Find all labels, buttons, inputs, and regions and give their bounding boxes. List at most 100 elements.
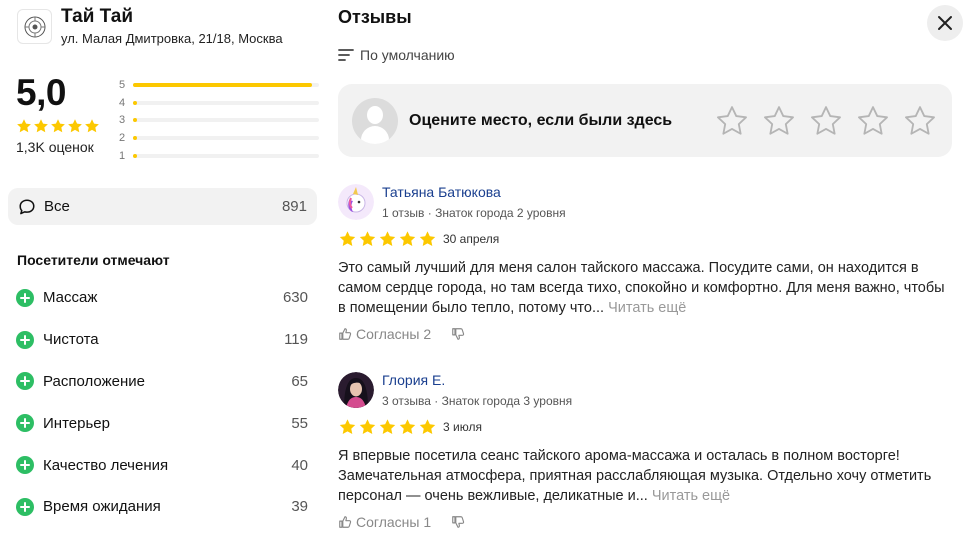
read-more-link[interactable]: Читать ещё [608,300,686,316]
distribution-fill [133,118,137,123]
aspect-name: Интерьер [43,414,110,432]
rate-place-box: Оцените место, если были здесь [338,84,952,157]
aspect-item[interactable]: Массаж 630 [16,277,308,319]
star-filled-icon [379,231,396,247]
star-filled-icon [339,231,356,247]
star-outline-icon[interactable] [902,104,938,138]
aspect-count: 119 [284,331,308,349]
review-actions: Согласны 1 [338,514,469,530]
star-filled-icon [68,119,82,133]
close-icon [938,16,952,30]
aspect-item[interactable]: Интерьер 55 [16,402,308,444]
aspect-item[interactable]: Время ожидания 39 [16,486,308,528]
overall-stars [16,118,100,134]
aspect-item[interactable]: Расположение 65 [16,361,308,403]
review-author-meta: 1 отзыв · Знаток города 2 уровня [382,206,566,220]
author-avatar[interactable] [338,372,374,408]
review-text: Я впервые посетила сеанс тайского арома-… [338,446,952,506]
filter-all-label: Все [44,198,70,215]
visitors-mention-title: Посетители отмечают [17,252,170,268]
star-outline-icon[interactable] [761,104,797,138]
plus-icon [16,414,34,433]
review-stars [338,418,437,436]
star-filled-icon [339,419,356,435]
thumbs-up-icon [339,328,352,340]
review-author[interactable]: Глория Е. [382,372,445,388]
aspect-count: 40 [291,456,308,474]
aspect-count: 55 [291,414,308,432]
reviews-title: Отзывы [338,7,412,27]
star-filled-icon [85,119,99,133]
plus-icon [16,372,34,391]
thumbs-down-icon [452,516,465,528]
star-outline-icon[interactable] [714,104,750,138]
distribution-fill [133,100,137,105]
sort-selector[interactable]: По умолчанию [338,47,455,63]
star-filled-icon [359,231,376,247]
logo-emblem-icon [24,16,45,37]
overall-rating: 5,0 [16,72,66,113]
review-text: Это самый лучший для меня салон тайского… [338,258,952,318]
review-stars [338,230,437,248]
aspect-item[interactable]: Качество лечения 40 [16,444,308,486]
sort-lines-icon [338,49,354,61]
review-author[interactable]: Татьяна Батюкова [382,184,501,200]
dislike-button[interactable] [451,515,469,529]
read-more-link[interactable]: Читать ещё [652,488,730,504]
distribution-track [133,100,319,105]
aspect-name: Чистота [43,331,99,349]
like-button[interactable]: Согласны 1 [338,514,431,530]
close-button[interactable] [927,5,963,41]
distribution-fill [133,153,137,158]
star-outline-icon[interactable] [855,104,891,138]
star-filled-icon [419,231,436,247]
like-button[interactable]: Согласны 2 [338,326,431,342]
star-filled-icon [34,119,48,133]
like-count: Согласны 2 [356,326,432,342]
star-filled-icon [399,419,416,435]
aspect-item[interactable]: Чистота 119 [16,319,308,361]
review-actions: Согласны 2 [338,326,469,342]
business-logo [17,9,52,44]
distribution-stars: 2 [119,131,126,144]
plus-icon [16,497,34,516]
distribution-row: 4 [119,94,319,112]
aspect-name: Время ожидания [43,498,161,516]
author-avatar[interactable] [338,184,374,220]
aspect-count: 65 [291,372,308,390]
filter-all-count: 891 [281,198,307,215]
plus-icon [16,330,34,349]
distribution-row: 3 [119,111,319,129]
review-date: 30 апреля [443,232,500,246]
rating-distribution: 5 4 3 2 1 [119,76,319,164]
distribution-row: 1 [119,147,319,165]
distribution-row: 5 [119,76,319,94]
distribution-stars: 3 [119,114,126,127]
star-outline-icon[interactable] [808,104,844,138]
aspect-name: Массаж [43,289,98,307]
distribution-stars: 1 [119,149,126,162]
reviews-panel: Отзывы По умолчанию Оцените место, если … [338,0,966,541]
star-filled-icon [379,419,396,435]
filter-all-reviews[interactable]: Все 891 [8,188,317,225]
aspect-count: 630 [282,289,308,307]
business-summary: Тай Тай ул. Малая Дмитровка, 21/18, Моск… [0,0,325,541]
distribution-stars: 4 [119,96,126,109]
rate-stars [714,104,938,138]
aspect-count: 39 [291,498,308,516]
dislike-button[interactable] [451,327,469,341]
plus-icon [16,288,34,307]
plus-icon [16,456,34,475]
distribution-track [133,135,319,140]
star-filled-icon [51,119,65,133]
distribution-fill [133,135,137,140]
chat-bubble-icon [19,198,35,214]
aspects-list: Массаж 630 Чистота 119 Расположение 65 И… [16,277,308,528]
distribution-fill [133,82,312,87]
star-filled-icon [419,419,436,435]
thumbs-up-icon [339,516,352,528]
thumbs-down-icon [452,328,465,340]
star-filled-icon [399,231,416,247]
user-photo-avatar-icon [338,372,374,408]
distribution-stars: 5 [119,78,126,91]
